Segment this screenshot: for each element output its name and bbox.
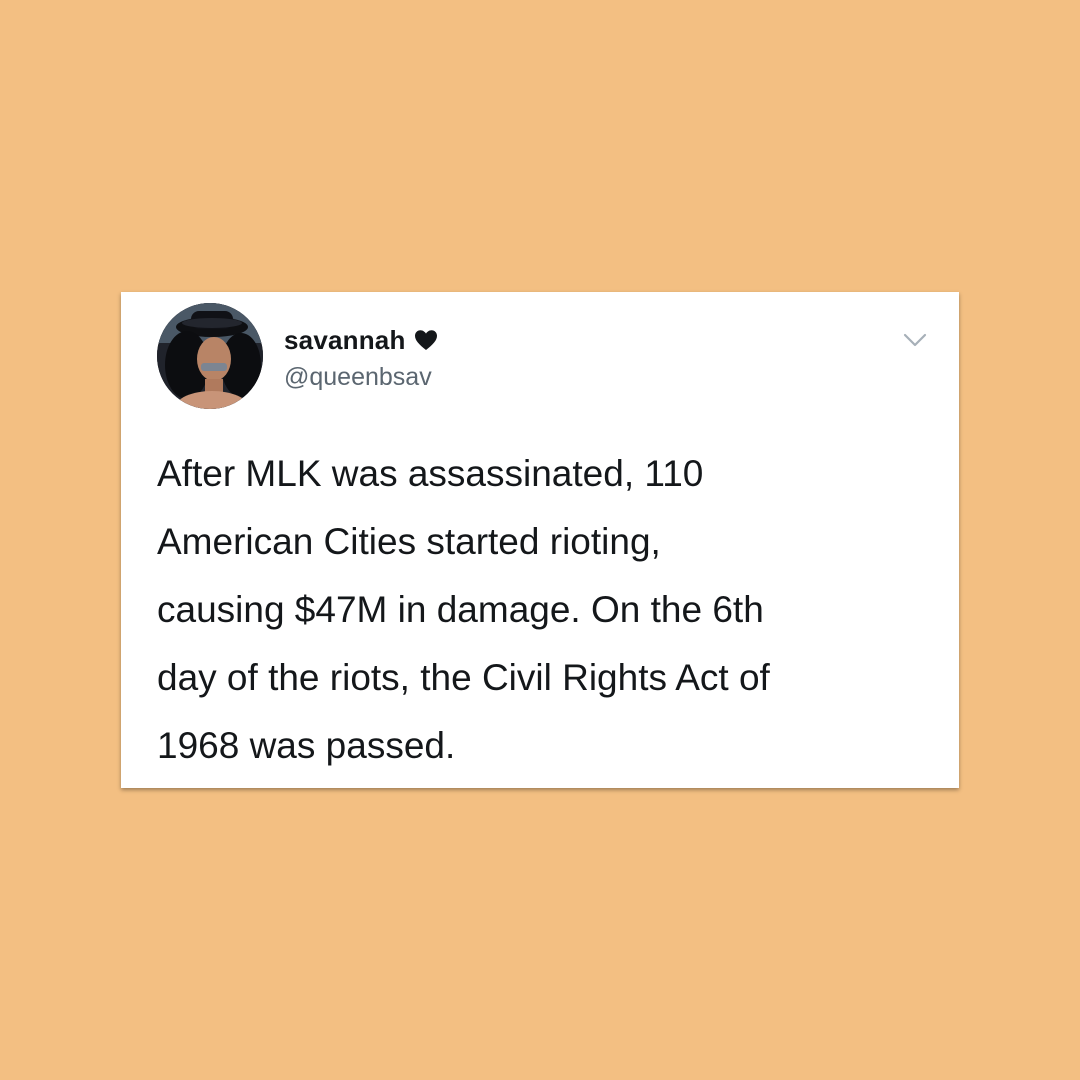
tweet-card[interactable]: savannah @queenbsav After MLK was assass… (121, 292, 959, 788)
tweet-text-line: After MLK was assassinated, 110 (157, 453, 704, 494)
tweet-text-line: causing $47M in damage. On the 6th (157, 589, 764, 630)
user-name-row: savannah (284, 324, 438, 356)
user-handle[interactable]: @queenbsav (284, 363, 432, 392)
tweet-text-line: 1968 was passed. (157, 725, 456, 766)
avatar[interactable] (157, 303, 263, 409)
avatar-photo (157, 303, 263, 409)
chevron-down-icon[interactable] (901, 330, 929, 350)
tweet-text: After MLK was assassinated, 110 American… (157, 440, 937, 780)
tweet-text-line: American Cities started rioting, (157, 521, 661, 562)
display-name[interactable]: savannah (284, 325, 406, 356)
tweet-text-line: day of the riots, the Civil Rights Act o… (157, 657, 770, 698)
heart-icon (414, 329, 438, 351)
